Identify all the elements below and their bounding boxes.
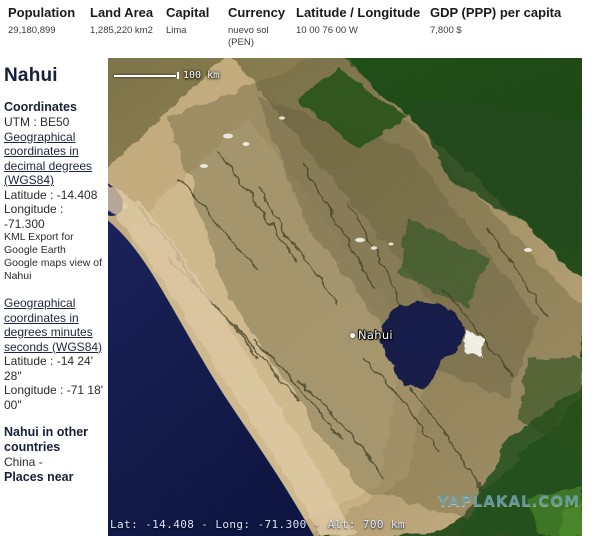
google-maps-view-link[interactable]: Google maps view of Nahui [4, 257, 104, 283]
sidebar-spacer-2 [4, 412, 104, 425]
fact-header-capital: Capital [166, 0, 220, 21]
decimal-latitude: Latitude : -14.408 [4, 188, 104, 203]
dms-coordinates-link[interactable]: Geographical coordinates in degrees minu… [4, 296, 104, 354]
fact-header-land-area: Land Area [90, 0, 158, 21]
fact-column-land-area: Land Area 1,285,220 km2 [82, 0, 158, 48]
sidebar-spacer [4, 283, 104, 296]
fact-column-population: Population 29,180,899 [0, 0, 82, 48]
other-countries-heading: Nahui in other countries [4, 425, 104, 455]
fact-header-latitude-longitude: Latitude / Longitude [296, 0, 422, 21]
fact-column-currency: Currency nuevo sol (PEN) [220, 0, 288, 48]
utm-value: UTM : BE50 [4, 115, 104, 130]
fact-header-population: Population [8, 0, 82, 21]
other-countries-value: China - [4, 455, 104, 470]
kml-export-link[interactable]: KML Export for Google Earth [4, 231, 104, 257]
fact-value-latitude-longitude: 10 00 76 00 W [296, 21, 422, 37]
fact-column-gdp: GDP (PPP) per capita 7,800 $ [422, 0, 592, 48]
map-terrain-svg [108, 58, 582, 536]
fact-header-currency: Currency [228, 0, 288, 21]
satellite-map[interactable]: 100 km Nahui YAPLAKAL.COM Lat: -14.408 -… [108, 58, 582, 536]
fact-value-capital: Lima [166, 21, 220, 37]
fact-value-currency: nuevo sol (PEN) [228, 21, 288, 48]
places-near-heading: Places near [4, 470, 104, 485]
fact-value-population: 29,180,899 [8, 21, 82, 37]
fact-value-land-area: 1,285,220 km2 [90, 21, 158, 37]
dms-longitude: Longitude : -71 18' 00" [4, 383, 104, 412]
fact-column-capital: Capital Lima [158, 0, 220, 48]
coordinates-heading: Coordinates [4, 100, 104, 115]
fact-header-gdp: GDP (PPP) per capita [430, 0, 592, 21]
page-root: Population 29,180,899 Land Area 1,285,22… [0, 0, 600, 536]
page-title: Nahui [4, 64, 104, 88]
watermark: YAPLAKAL.COM [438, 492, 580, 510]
decimal-longitude: Longitude : -71.300 [4, 202, 104, 231]
map-place-label: Nahui [358, 328, 393, 342]
map-imagery [108, 58, 582, 536]
map-status-readout: Lat: -14.408 - Long: -71.300 - Alt: 700 … [110, 518, 405, 531]
fact-column-latitude-longitude: Latitude / Longitude 10 00 76 00 W [288, 0, 422, 48]
map-place-marker[interactable]: Nahui [350, 328, 393, 342]
country-facts-table: Population 29,180,899 Land Area 1,285,22… [0, 0, 600, 58]
fact-value-gdp: 7,800 $ [430, 21, 592, 37]
map-marker-dot-icon [350, 333, 355, 338]
facts-row: Population 29,180,899 Land Area 1,285,22… [0, 0, 600, 48]
decimal-coordinates-link[interactable]: Geographical coordinates in decimal degr… [4, 130, 104, 188]
place-info-sidebar: Nahui Coordinates UTM : BE50 Geographica… [0, 58, 108, 536]
dms-latitude: Latitude : -14 24' 28" [4, 354, 104, 383]
